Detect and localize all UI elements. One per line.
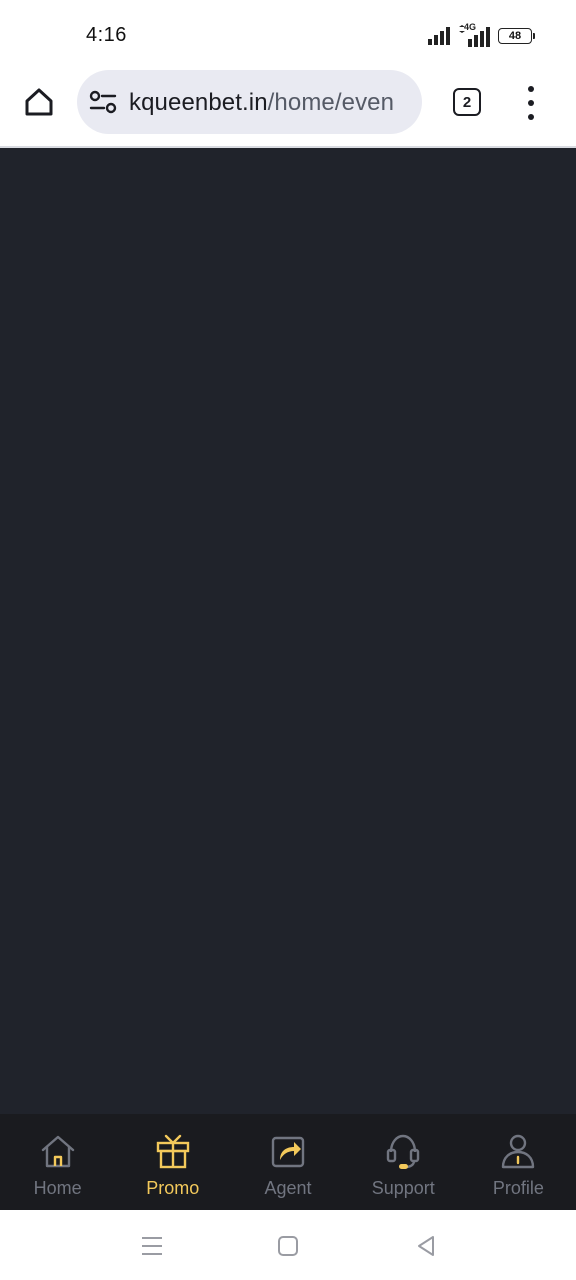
headset-icon bbox=[387, 1134, 420, 1169]
nav-label-support: Support bbox=[371, 1178, 435, 1198]
person-icon bbox=[502, 1134, 535, 1169]
nav-item-agent[interactable]: Agent bbox=[230, 1114, 345, 1210]
system-nav-bar bbox=[0, 1210, 576, 1280]
status-bar: 4:16 4G 48 bbox=[0, 0, 576, 66]
share-icon bbox=[271, 1136, 305, 1168]
tab-switcher-button[interactable]: 2 bbox=[453, 88, 481, 116]
url-domain: kqueenbet.in bbox=[129, 89, 268, 116]
nav-item-support[interactable]: Support bbox=[346, 1114, 461, 1210]
bottom-nav: Home Promo Agent Support Profile bbox=[0, 1114, 576, 1210]
browser-toolbar: kqueenbet.in/home/even 2 bbox=[0, 66, 576, 146]
nav-label-agent: Agent bbox=[264, 1178, 312, 1198]
address-bar[interactable]: kqueenbet.in/home/even bbox=[77, 70, 422, 134]
battery-level: 48 bbox=[508, 30, 522, 42]
nav-item-home[interactable]: Home bbox=[0, 1114, 115, 1210]
nav-label-home: Home bbox=[33, 1178, 82, 1198]
nav-item-profile[interactable]: Profile bbox=[461, 1114, 576, 1210]
url-text[interactable]: kqueenbet.in/home/even bbox=[129, 89, 412, 117]
nav-item-promo[interactable]: Promo bbox=[115, 1114, 230, 1210]
system-home-button[interactable] bbox=[274, 1232, 302, 1260]
home-icon bbox=[25, 88, 53, 116]
signal-icon bbox=[428, 27, 450, 45]
recents-button[interactable] bbox=[138, 1232, 166, 1260]
nav-label-promo: Promo bbox=[146, 1178, 200, 1198]
more-menu-icon[interactable] bbox=[520, 86, 542, 120]
battery-icon: 48 bbox=[498, 28, 535, 44]
site-settings-icon[interactable] bbox=[89, 90, 117, 114]
gift-icon bbox=[156, 1134, 189, 1169]
browser-home-button[interactable] bbox=[20, 83, 58, 121]
house-icon bbox=[41, 1135, 74, 1168]
menu-dot bbox=[528, 100, 534, 106]
signal-4g-icon: 4G bbox=[458, 22, 492, 47]
phone-screen: 4:16 4G 48 kqueenbet.in/home/even 2 Home… bbox=[0, 0, 576, 1280]
tab-count: 2 bbox=[462, 93, 472, 111]
back-button[interactable] bbox=[412, 1232, 440, 1260]
web-content[interactable] bbox=[0, 148, 576, 1114]
menu-dot bbox=[528, 114, 534, 120]
nav-label-profile: Profile bbox=[492, 1178, 544, 1198]
back-triangle-icon bbox=[418, 1236, 434, 1256]
recents-icon bbox=[142, 1237, 162, 1255]
menu-dot bbox=[528, 86, 534, 92]
home-square-icon bbox=[278, 1236, 298, 1256]
url-path: /home/even bbox=[267, 89, 395, 116]
status-icons: 4G 48 bbox=[428, 22, 535, 48]
status-time: 4:16 bbox=[86, 24, 127, 46]
